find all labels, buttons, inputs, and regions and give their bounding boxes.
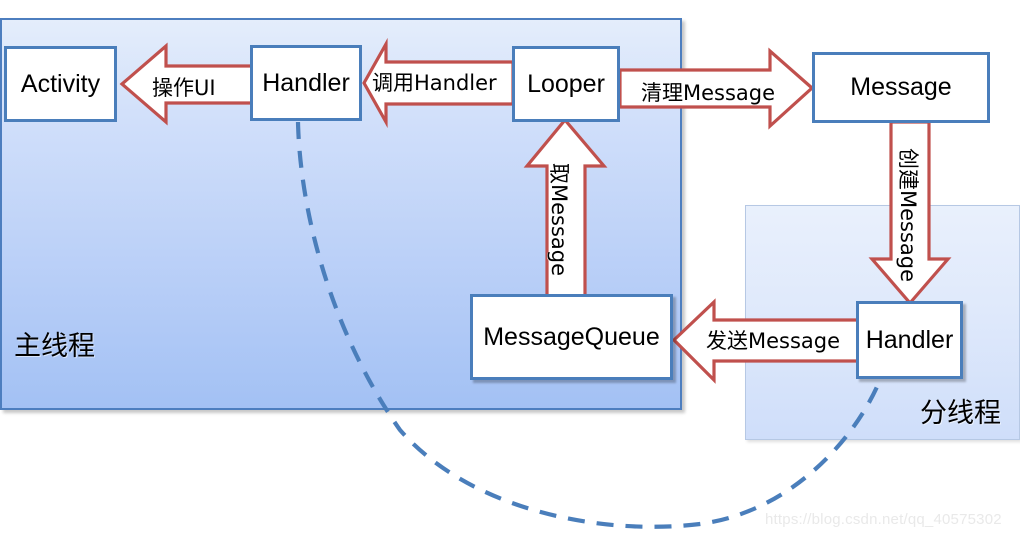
node-handler-sub-label: Handler xyxy=(865,325,954,354)
node-looper-label: Looper xyxy=(527,69,605,98)
arrow-label-caozuo-ui: 操作UI xyxy=(152,76,216,100)
node-activity-label: Activity xyxy=(20,69,101,98)
arrow-label-diaoyong: 调用Handler xyxy=(372,71,497,95)
node-message-label: Message xyxy=(850,73,952,101)
diagram-canvas: Activity Handler Looper Message MessageQ… xyxy=(0,0,1020,537)
node-message-queue[interactable]: MessageQueue xyxy=(470,294,673,380)
arrow-label-qu-message: 取Message xyxy=(547,163,571,277)
node-activity[interactable]: Activity xyxy=(4,46,117,122)
arrow-label-qingli: 清理Message xyxy=(641,81,776,105)
node-looper[interactable]: Looper xyxy=(512,46,620,122)
node-message-queue-label: MessageQueue xyxy=(483,322,660,351)
watermark-text: https://blog.csdn.net/qq_40575302 xyxy=(765,511,1002,528)
node-handler-sub[interactable]: Handler xyxy=(856,301,963,379)
arrow-label-chuangjian: 创建Message xyxy=(896,148,920,283)
node-message[interactable]: Message xyxy=(812,52,990,123)
node-handler-main-label: Handler xyxy=(262,68,350,97)
arrow-label-fasong: 发送Message xyxy=(706,329,841,353)
node-handler-main[interactable]: Handler xyxy=(250,45,362,121)
